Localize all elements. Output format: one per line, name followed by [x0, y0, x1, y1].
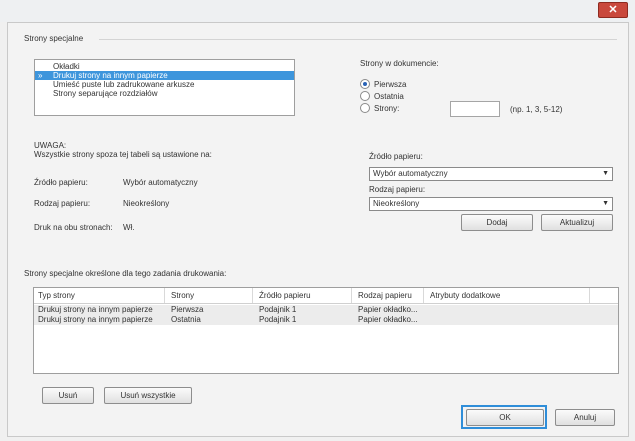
radio-first[interactable]: Pierwsza — [360, 78, 406, 90]
close-button[interactable]: ✕ — [598, 2, 628, 18]
list-item-different-paper[interactable]: » Drukuj strony na innym papierze — [35, 71, 294, 80]
table-row[interactable]: Drukuj strony na innym papierze Ostatnia… — [34, 315, 618, 325]
table-header: Typ strony Strony Źródło papieru Rodzaj … — [34, 288, 618, 304]
chevron-down-icon: ▼ — [602, 200, 609, 207]
list-item-covers[interactable]: Okładki — [35, 62, 294, 71]
update-button[interactable]: Aktualizuj — [541, 214, 613, 231]
note-title: UWAGA: — [34, 141, 67, 150]
special-pages-listbox[interactable]: Okładki » Drukuj strony na innym papierz… — [34, 59, 295, 116]
title-bar: ✕ — [0, 0, 635, 22]
paper-type-label: Rodzaj papieru: — [369, 185, 426, 194]
column-header[interactable]: Strony — [171, 291, 194, 300]
radio-last[interactable]: Ostatnia — [360, 90, 404, 102]
add-button[interactable]: Dodaj — [461, 214, 533, 231]
list-item-chapter-separators[interactable]: Strony separujące rozdziałów — [35, 89, 294, 98]
close-icon: ✕ — [608, 4, 618, 16]
note-duplex-value: Wł. — [123, 223, 135, 232]
delete-all-button[interactable]: Usuń wszystkie — [104, 387, 192, 404]
special-pages-table[interactable]: Typ strony Strony Źródło papieru Rodzaj … — [33, 287, 619, 374]
column-header[interactable]: Rodzaj papieru — [358, 291, 412, 300]
radio-pages[interactable]: Strony: — [360, 102, 399, 114]
paper-type-dropdown[interactable]: Nieokreślony ▼ — [369, 197, 613, 211]
cancel-button[interactable]: Anuluj — [555, 409, 615, 426]
column-header[interactable]: Atrybuty dodatkowe — [430, 291, 500, 300]
radio-icon — [360, 102, 370, 113]
note-paper-type-value: Nieokreślony — [123, 199, 170, 208]
note-duplex-label: Druk na obu stronach: — [34, 223, 113, 232]
pages-hint: (np. 1, 3, 5-12) — [510, 105, 563, 114]
note-paper-source-label: Źródło papieru: — [34, 178, 88, 187]
pages-input[interactable] — [450, 101, 500, 117]
list-item-blank-sheets[interactable]: Umieść puste lub zadrukowane arkusze — [35, 80, 294, 89]
selected-marker: » — [38, 71, 43, 80]
delete-button[interactable]: Usuń — [42, 387, 94, 404]
paper-source-label: Źródło papieru: — [369, 152, 423, 161]
pages-in-document-label: Strony w dokumencie: — [360, 59, 439, 68]
chevron-down-icon: ▼ — [602, 170, 609, 177]
group-divider — [99, 39, 617, 40]
ok-button[interactable]: OK — [466, 409, 544, 426]
column-header[interactable]: Źródło papieru — [259, 291, 311, 300]
table-row[interactable]: Drukuj strony na innym papierze Pierwsza… — [34, 305, 618, 315]
column-header[interactable]: Typ strony — [38, 291, 75, 300]
note-text: Wszystkie strony spoza tej tabeli są ust… — [34, 150, 212, 159]
special-pages-group-title: Strony specjalne — [24, 34, 84, 43]
note-paper-type-label: Rodzaj papieru: — [34, 199, 91, 208]
paper-source-dropdown[interactable]: Wybór automatyczny ▼ — [369, 167, 613, 181]
radio-icon — [360, 90, 370, 101]
defined-pages-label: Strony specjalne określone dla tego zada… — [24, 269, 227, 278]
radio-icon — [360, 78, 370, 89]
note-paper-source-value: Wybór automatyczny — [123, 178, 198, 187]
